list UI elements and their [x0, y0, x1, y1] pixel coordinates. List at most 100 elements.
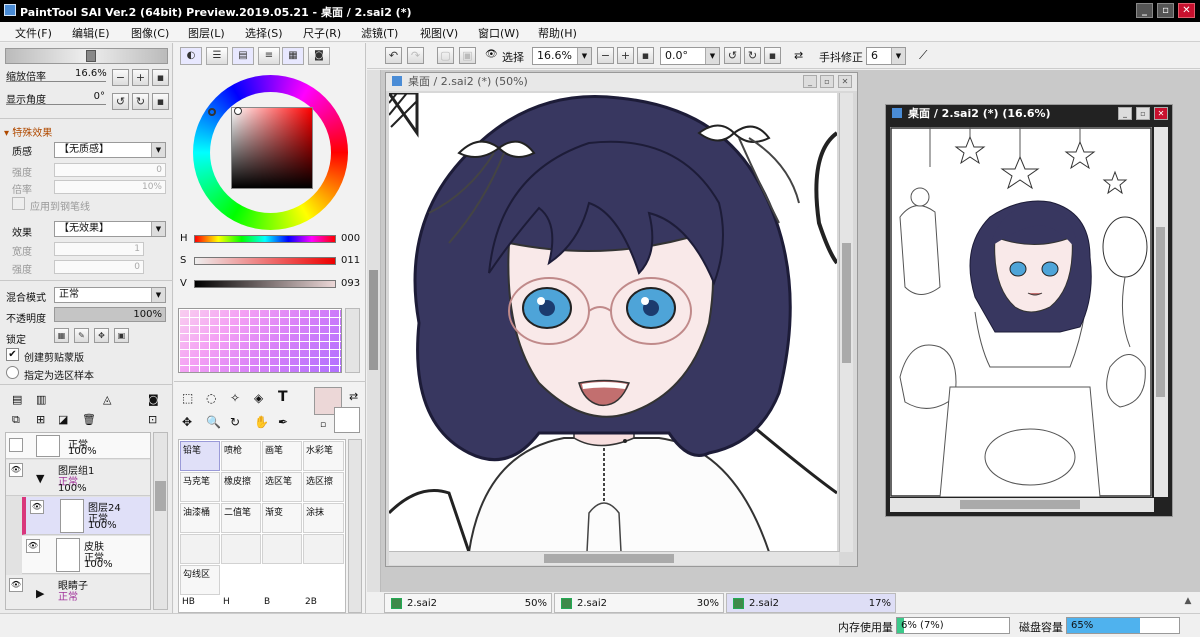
sv-marker[interactable] [234, 107, 242, 115]
brush-lineart-zone[interactable]: 勾线区 [180, 565, 220, 595]
menu-file[interactable]: 文件(F) [15, 25, 52, 41]
eye-icon[interactable]: 👁 [9, 463, 23, 477]
undo-button[interactable]: ↶ [385, 47, 402, 64]
lock-transparency-icon[interactable]: ▦ [54, 328, 69, 343]
layer-item[interactable]: 正常 100% [6, 433, 150, 459]
window-maximize-button[interactable]: ▫ [1136, 107, 1150, 120]
strength-field[interactable]: 0 [54, 163, 166, 177]
zoom-out-button[interactable]: − [112, 69, 129, 86]
h-value[interactable]: 000 [341, 233, 360, 244]
angle-slider[interactable] [6, 104, 106, 105]
text-tool-icon[interactable]: T [278, 389, 288, 405]
copy-layer-icon[interactable]: ⧉ [12, 413, 20, 427]
scratchpad-tab-icon[interactable]: ◙ [308, 47, 330, 65]
new-layer-icon[interactable]: ▤ [12, 393, 22, 406]
menu-edit[interactable]: 编辑(E) [72, 25, 110, 41]
h-slider[interactable] [194, 235, 336, 243]
rotate-right-button[interactable]: ↻ [132, 93, 149, 110]
saturation-value-square[interactable] [231, 107, 313, 189]
mixer-tab-icon[interactable]: ≡ [258, 47, 280, 65]
window-minimize-button[interactable]: _ [803, 75, 817, 88]
new-folder-icon[interactable]: ▥ [36, 393, 46, 406]
document-tab-active[interactable]: 2.sai2 17% [726, 593, 896, 613]
rotate-left-button[interactable]: ↺ [112, 93, 129, 110]
texture-dropdown[interactable]: 【无质感】 ▼ [54, 142, 166, 158]
maximize-button[interactable]: ▫ [1157, 3, 1174, 18]
brush-brush[interactable]: 画笔 [262, 441, 302, 471]
brush-eraser[interactable]: 橡皮擦 [221, 472, 261, 502]
small-canvas-h-scrollbar[interactable] [890, 498, 1154, 512]
zoom-value[interactable]: 16.6% [75, 68, 107, 79]
scale-field[interactable]: 10% [54, 180, 166, 194]
stabilizer-dropdown[interactable]: 6 ▼ [866, 47, 906, 65]
document-tab[interactable]: 2.sai2 50% [384, 593, 552, 613]
artwork-canvas[interactable] [389, 93, 837, 552]
width-field[interactable]: 1 [54, 242, 144, 256]
brush-size-hb[interactable]: HB [180, 596, 220, 612]
window-minimize-button[interactable]: _ [1118, 107, 1132, 120]
layer-item-selected[interactable]: 👁 图层24 正常 100% [22, 497, 150, 535]
swatch-grid[interactable] [178, 308, 342, 373]
scrollbar-thumb[interactable] [842, 243, 851, 363]
eyedropper-icon[interactable]: ✒ [278, 415, 288, 429]
invert-select-button[interactable]: ▣ [459, 47, 476, 64]
clip-checkbox[interactable]: ✔ [6, 348, 19, 361]
layer-scrollbar[interactable] [153, 432, 168, 610]
brush-slot-empty[interactable] [180, 534, 220, 564]
rect-select-icon[interactable]: ⬚ [182, 391, 193, 405]
color-slider-tab-icon[interactable]: ☰ [206, 47, 228, 65]
layer-item[interactable]: 👁 皮肤 正常 100% [22, 536, 150, 574]
layer-filter-icon[interactable]: ◬ [103, 393, 111, 406]
hand-icon[interactable]: ✋ [254, 415, 269, 429]
flip-horizontal-icon[interactable]: ⇄ [794, 49, 803, 62]
swatch-tab-icon[interactable]: ▦ [282, 47, 304, 65]
brush-slot-empty[interactable] [262, 534, 302, 564]
canvas-rotate-right-button[interactable]: ↻ [744, 47, 761, 64]
artwork-canvas-small[interactable] [890, 127, 1152, 497]
v-value[interactable]: 093 [341, 278, 360, 289]
s-slider[interactable] [194, 257, 336, 265]
layer-group-item[interactable]: 👁 ▶ 眼睛子 正常 [6, 575, 150, 609]
lasso-icon[interactable]: ◌ [206, 391, 216, 405]
brush-blur[interactable]: 涂抹 [303, 503, 344, 533]
small-canvas-v-scrollbar[interactable] [1154, 127, 1168, 497]
canvas-zoom-reset-button[interactable]: ▪ [637, 47, 654, 64]
zoom-slider[interactable] [6, 81, 106, 82]
brush-size-b[interactable]: B [262, 596, 302, 612]
selection-pen-icon[interactable]: ◈ [254, 391, 263, 405]
scrollbar-thumb[interactable] [369, 270, 378, 370]
folder-collapse-icon[interactable]: ▶ [36, 587, 44, 600]
swap-colors-icon[interactable]: ⇄ [349, 390, 358, 403]
selsrc-radio[interactable] [6, 366, 19, 379]
merge-visible-icon[interactable]: ⊡ [148, 413, 157, 426]
apply-pen-checkbox[interactable] [12, 197, 25, 210]
brush-select-eraser[interactable]: 选区擦 [303, 472, 344, 502]
blend-dropdown[interactable]: 正常 ▼ [54, 287, 166, 303]
document-tab[interactable]: 2.sai2 30% [554, 593, 724, 613]
v-slider[interactable] [194, 280, 336, 288]
rotate-icon[interactable]: ↻ [230, 415, 240, 429]
canvas-rotate-left-button[interactable]: ↺ [724, 47, 741, 64]
layer-group-item[interactable]: 👁 ▼ 图层组1 正常 100% [6, 460, 150, 496]
canvas-zoom-dropdown[interactable]: 16.6% ▼ [532, 47, 592, 65]
window-close-button[interactable]: ✕ [1154, 107, 1168, 120]
brush-slot-empty[interactable] [221, 534, 261, 564]
zoom-icon[interactable]: 🔍 [206, 415, 221, 429]
folder-collapse-icon[interactable]: ▼ [36, 472, 44, 485]
canvas-v-scrollbar[interactable] [839, 93, 853, 552]
move-icon[interactable]: ✥ [182, 415, 192, 429]
minimize-button[interactable]: _ [1136, 3, 1153, 18]
canvas-zoom-in-button[interactable]: + [617, 47, 634, 64]
magic-wand-icon[interactable]: ✧ [230, 391, 240, 405]
hue-marker[interactable] [208, 108, 216, 116]
opacity-slider[interactable]: 100% [54, 307, 166, 322]
deselect-button[interactable]: ▢ [437, 47, 454, 64]
scrollbar-thumb[interactable] [1156, 227, 1165, 397]
brush-gradient[interactable]: 渐变 [262, 503, 302, 533]
swatch-scrollbar[interactable] [345, 308, 360, 373]
brush-size-h[interactable]: H [221, 596, 261, 612]
brush-watercolor[interactable]: 水彩笔 [303, 441, 344, 471]
brush-select-pen[interactable]: 选区笔 [262, 472, 302, 502]
s-value[interactable]: 011 [341, 255, 360, 266]
brush-pencil[interactable]: 铅笔 [180, 441, 220, 471]
